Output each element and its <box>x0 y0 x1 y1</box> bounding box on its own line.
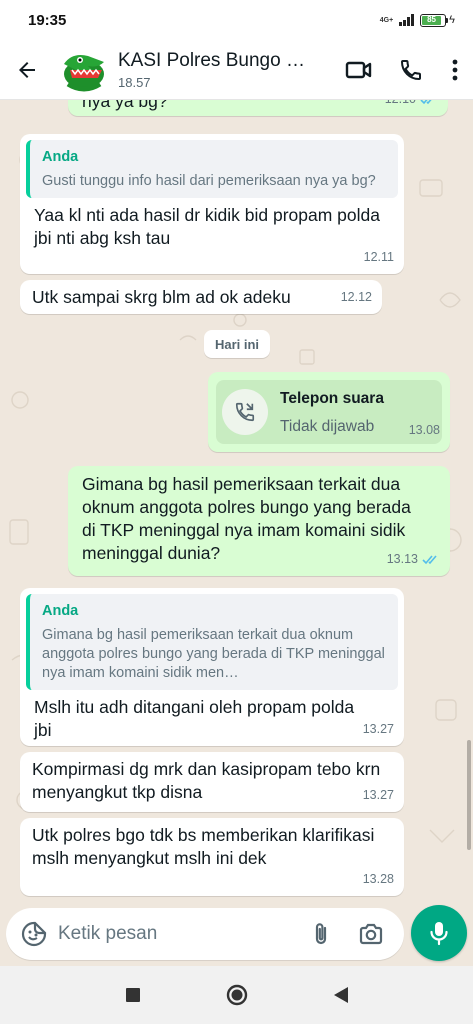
phone-icon <box>400 59 421 80</box>
sticker-icon <box>21 921 47 947</box>
square-icon <box>125 988 140 1002</box>
mic-icon <box>430 922 448 946</box>
chat-title-block[interactable]: KASI Polres Bungo Siti Zubaidah 18.57 <box>118 50 314 90</box>
battery-icon: 85 ϟ <box>420 13 455 27</box>
message-bubble-outgoing[interactable]: nya ya bg? 12.10 <box>68 100 448 116</box>
composer <box>0 905 473 964</box>
missed-call-icon <box>235 402 255 422</box>
header-actions <box>333 40 473 100</box>
status-time: 19:35 <box>28 11 67 29</box>
message-bubble-incoming[interactable]: Anda Gusti tunggu info hasil dari pemeri… <box>20 134 404 274</box>
message-text: nya ya bg? <box>82 100 168 111</box>
day-divider: Hari ini <box>204 330 270 358</box>
battery-level: 85 <box>422 15 441 25</box>
voice-call-button[interactable] <box>385 40 437 100</box>
message-bubble-incoming[interactable]: Anda Gimana bg hasil pemeriksaan terkait… <box>20 588 404 746</box>
call-status: Tidak dijawab <box>280 417 375 435</box>
quote-author: Anda <box>42 149 79 165</box>
message-meta: 12.12 <box>341 286 372 309</box>
system-back-button[interactable] <box>324 978 358 1012</box>
message-text: Mslh itu adh ditangani oleh propam polda… <box>34 697 355 740</box>
signal-icon <box>399 14 415 26</box>
charging-icon: ϟ <box>449 14 455 26</box>
last-seen: 18.57 <box>118 74 151 90</box>
input-pill <box>6 908 404 960</box>
camera-button[interactable] <box>346 908 396 960</box>
network-type: 4G+ <box>380 17 393 24</box>
message-list[interactable]: nya ya bg? 12.10 Anda Gusti tunggu info … <box>0 100 473 908</box>
network-type-label: 4G+ <box>379 16 394 24</box>
read-ticks-icon <box>422 555 437 565</box>
message-text: Gimana bg hasil pemeriksaan terkait dua … <box>82 474 411 563</box>
message-meta: 13.13 <box>387 548 440 571</box>
message-time: 12.11 <box>363 250 394 264</box>
message-time: 12.12 <box>340 290 372 304</box>
crocodile-avatar-icon <box>64 54 104 91</box>
more-vert-icon <box>452 59 458 80</box>
sticker-button[interactable] <box>10 908 58 960</box>
read-ticks-icon <box>420 100 432 105</box>
status-icons: 4G+ 85 ϟ <box>380 13 455 27</box>
status-bar: 19:35 4G+ 85 ϟ <box>0 0 473 40</box>
avatar[interactable] <box>58 43 110 96</box>
message-meta: 13.08 <box>409 419 440 442</box>
arrow-left-icon <box>19 61 35 78</box>
message-input[interactable] <box>58 923 296 945</box>
call-bubble[interactable]: Telepon suara Tidak dijawab 13.08 <box>208 372 450 452</box>
recents-button[interactable] <box>116 978 150 1012</box>
message-bubble-incoming[interactable]: Utk polres bgo tdk bs memberikan klarifi… <box>20 818 404 896</box>
message-time: 12.10 <box>385 100 416 111</box>
quoted-message[interactable]: Anda Gimana bg hasil pemeriksaan terkait… <box>26 594 398 690</box>
call-texts: Telepon suara Tidak dijawab <box>280 387 384 438</box>
message-text: Utk polres bgo tdk bs memberikan klarifi… <box>32 825 375 868</box>
video-call-button[interactable] <box>333 40 385 100</box>
back-button[interactable] <box>0 40 54 100</box>
menu-button[interactable] <box>437 40 473 100</box>
quote-text: Gusti tunggu info hasil dari pemeriksaan… <box>42 173 376 189</box>
scrollbar[interactable] <box>467 740 471 850</box>
message-time: 13.13 <box>386 552 418 566</box>
message-time: 13.28 <box>362 872 394 886</box>
quote-author: Anda <box>42 603 79 619</box>
chat-header: KASI Polres Bungo Siti Zubaidah 18.57 <box>0 40 473 100</box>
paperclip-icon <box>315 923 327 945</box>
call-title: Telepon suara <box>280 389 384 407</box>
message-meta: 12.10 <box>385 100 438 111</box>
message-text: Kompirmasi dg mrk dan kasipropam tebo kr… <box>32 759 381 802</box>
message-text: Utk sampai skrg blm ad ok adeku <box>32 287 291 307</box>
home-button[interactable] <box>220 978 254 1012</box>
message-time: 13.08 <box>408 423 440 437</box>
triangle-back-icon <box>333 987 348 1003</box>
message-bubble-outgoing[interactable]: Gimana bg hasil pemeriksaan terkait dua … <box>68 466 450 576</box>
message-time: 13.27 <box>362 788 394 802</box>
attach-button[interactable] <box>296 908 346 960</box>
message-text: Yaa kl nti ada hasil dr kidik bid propam… <box>34 205 380 248</box>
call-icon-wrap <box>222 389 268 435</box>
voice-message-button[interactable] <box>411 905 467 961</box>
chat-title: KASI Polres Bungo Siti Zubaidah <box>118 49 314 71</box>
quoted-message[interactable]: Anda Gusti tunggu info hasil dari pemeri… <box>26 140 398 198</box>
message-meta: 13.28 <box>363 868 394 891</box>
message-bubble-incoming[interactable]: Utk sampai skrg blm ad ok adeku 12.12 <box>20 280 382 314</box>
message-meta: 13.27 <box>363 718 394 741</box>
message-time: 13.27 <box>362 722 394 736</box>
message-meta: 12.11 <box>364 246 394 269</box>
camera-icon <box>359 923 383 945</box>
message-meta: 13.27 <box>363 784 394 807</box>
circle-icon <box>226 984 247 1006</box>
message-bubble-incoming[interactable]: Kompirmasi dg mrk dan kasipropam tebo kr… <box>20 752 404 812</box>
video-call-icon <box>345 61 372 78</box>
quote-text: Gimana bg hasil pemeriksaan terkait dua … <box>42 627 385 681</box>
system-nav-bar <box>0 966 473 1024</box>
